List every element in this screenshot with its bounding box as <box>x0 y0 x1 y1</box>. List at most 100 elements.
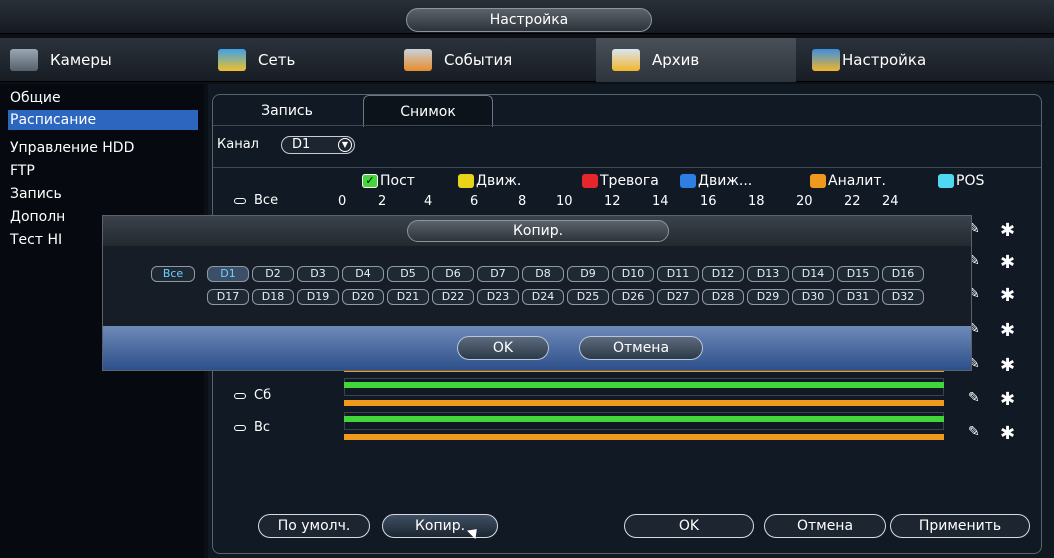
tick-label: 10 <box>556 194 573 209</box>
legend-swatch[interactable] <box>582 174 598 188</box>
channel-checkbox-d1[interactable]: D1 <box>207 266 249 282</box>
tab-label: Архив <box>652 51 700 69</box>
apply-button[interactable]: Применить <box>890 514 1030 538</box>
tick-label: 6 <box>470 194 479 209</box>
legend-swatch[interactable] <box>680 174 696 188</box>
legend-item: Пост <box>380 173 415 189</box>
copy-dialog-titlebar: Копир. <box>103 216 971 246</box>
channel-checkbox-d13[interactable]: D13 <box>747 266 789 282</box>
channel-checkbox-d23[interactable]: D23 <box>477 289 519 305</box>
tab-label: Камеры <box>50 51 112 69</box>
schedule-bar-green[interactable] <box>344 416 944 422</box>
channel-checkbox-d29[interactable]: D29 <box>747 289 789 305</box>
day-row-sunday[interactable]: Вс <box>234 420 270 435</box>
legend-item: Тревога <box>600 173 659 189</box>
tab-events[interactable]: События <box>404 38 594 82</box>
dvr-settings-screen: { "window": {"title": "Настройка"}, "tab… <box>0 0 1054 558</box>
channel-checkbox-d3[interactable]: D3 <box>297 266 339 282</box>
ok-button[interactable]: OK <box>624 514 754 538</box>
gear-icon[interactable]: ✱ <box>1000 320 1015 341</box>
channel-checkbox-d14[interactable]: D14 <box>792 266 834 282</box>
channel-checkbox-d22[interactable]: D22 <box>432 289 474 305</box>
channel-all-toggle[interactable]: Все <box>151 266 195 282</box>
channel-checkbox-d9[interactable]: D9 <box>567 266 609 282</box>
channel-checkbox-d28[interactable]: D28 <box>702 289 744 305</box>
sidebar-item-advanced[interactable]: Дополн <box>10 207 65 227</box>
tab-settings[interactable]: Настройка <box>812 38 1012 82</box>
copy-button[interactable]: Копир. <box>382 514 498 538</box>
channel-checkbox-d18[interactable]: D18 <box>252 289 294 305</box>
cancel-button[interactable]: Отмена <box>764 514 886 538</box>
toggle-icon <box>234 424 246 431</box>
channel-checkbox-d19[interactable]: D19 <box>297 289 339 305</box>
gear-icon[interactable]: ✱ <box>1000 252 1015 273</box>
tab-archive[interactable]: Архив <box>596 38 796 82</box>
gear-icon[interactable]: ✱ <box>1000 285 1015 306</box>
legend-item: Движ... <box>698 173 753 189</box>
edit-icon[interactable]: ✎ <box>968 390 980 406</box>
sidebar-item-schedule[interactable]: Расписание <box>8 110 198 130</box>
day-label: Вс <box>254 420 271 435</box>
channel-checkbox-d24[interactable]: D24 <box>522 289 564 305</box>
tab-network[interactable]: Сеть <box>218 38 398 82</box>
channel-checkbox-d11[interactable]: D11 <box>657 266 699 282</box>
legend-swatch[interactable] <box>458 174 474 188</box>
day-row-saturday[interactable]: Сб <box>234 388 271 403</box>
settings-icon <box>812 49 840 71</box>
tick-label: 24 <box>882 194 899 209</box>
sidebar-item-general[interactable]: Общие <box>10 88 61 108</box>
gear-icon[interactable]: ✱ <box>1000 355 1015 376</box>
channel-checkbox-d15[interactable]: D15 <box>837 266 879 282</box>
tick-label: 18 <box>748 194 765 209</box>
subtab-record[interactable]: Запись <box>227 95 347 127</box>
gear-icon[interactable]: ✱ <box>1000 220 1015 241</box>
sidebar-item-hdd-management[interactable]: Управление HDD <box>10 138 134 158</box>
tick-label: 12 <box>604 194 621 209</box>
schedule-bar-green[interactable] <box>344 382 944 388</box>
channel-checkbox-d2[interactable]: D2 <box>252 266 294 282</box>
channel-checkbox-d5[interactable]: D5 <box>387 266 429 282</box>
schedule-bar-orange[interactable] <box>344 434 944 440</box>
channel-checkbox-d12[interactable]: D12 <box>702 266 744 282</box>
copy-ok-button[interactable]: OK <box>457 336 549 360</box>
sidebar-item-hdd-test[interactable]: Тест HI <box>10 230 62 250</box>
schedule-bar-orange[interactable] <box>344 400 944 406</box>
channel-checkbox-d16[interactable]: D16 <box>882 266 924 282</box>
default-button[interactable]: По умолч. <box>258 514 370 538</box>
legend-swatch[interactable] <box>938 174 954 188</box>
copy-dialog: Копир. Все D1 D2 D3 D4 D5 D6 D7 D8 D9 D10 D11 D12 D1… <box>102 215 972 371</box>
channel-checkbox-d10[interactable]: D10 <box>612 266 654 282</box>
channel-checkbox-d7[interactable]: D7 <box>477 266 519 282</box>
schedule-all-row[interactable]: Все <box>234 193 278 208</box>
legend-checkbox[interactable]: ✓ <box>362 174 378 188</box>
channel-checkbox-d25[interactable]: D25 <box>567 289 609 305</box>
gear-icon[interactable]: ✱ <box>1000 389 1015 410</box>
legend-item: POS <box>956 173 985 189</box>
channel-checkbox-d32[interactable]: D32 <box>882 289 924 305</box>
channel-checkbox-d20[interactable]: D20 <box>342 289 384 305</box>
tick-label: 0 <box>338 194 347 209</box>
channel-checkbox-d6[interactable]: D6 <box>432 266 474 282</box>
edit-icon[interactable]: ✎ <box>968 424 980 440</box>
tick-label: 8 <box>518 194 527 209</box>
channel-checkbox-d30[interactable]: D30 <box>792 289 834 305</box>
channel-select-value: D1 <box>292 137 311 152</box>
tab-cameras[interactable]: Камеры <box>10 38 200 82</box>
channel-checkbox-d17[interactable]: D17 <box>207 289 249 305</box>
legend-divider <box>213 167 1041 168</box>
channel-checkbox-d26[interactable]: D26 <box>612 289 654 305</box>
gear-icon[interactable]: ✱ <box>1000 423 1015 444</box>
legend-swatch[interactable] <box>810 174 826 188</box>
channel-label: Канал <box>217 137 259 152</box>
sidebar-item-record[interactable]: Запись <box>10 184 62 204</box>
channel-checkbox-d21[interactable]: D21 <box>387 289 429 305</box>
copy-cancel-button[interactable]: Отмена <box>579 336 703 360</box>
channel-select[interactable]: D1 ▼ <box>281 136 355 154</box>
channel-checkbox-d8[interactable]: D8 <box>522 266 564 282</box>
sidebar-item-ftp[interactable]: FTP <box>10 161 35 181</box>
channel-checkbox-d31[interactable]: D31 <box>837 289 879 305</box>
day-label: Сб <box>254 388 272 403</box>
subtab-snapshot[interactable]: Снимок <box>363 95 493 127</box>
channel-checkbox-d4[interactable]: D4 <box>342 266 384 282</box>
channel-checkbox-d27[interactable]: D27 <box>657 289 699 305</box>
